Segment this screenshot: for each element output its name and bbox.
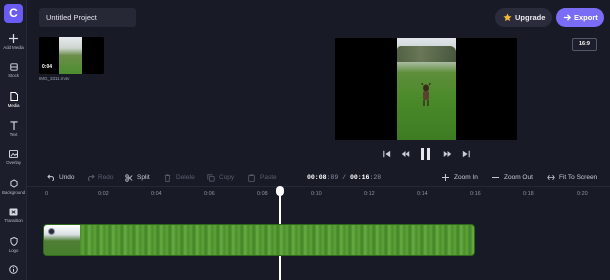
sidebar-item-label: Logo: [8, 248, 19, 253]
sidebar-item-background[interactable]: Background: [0, 179, 27, 195]
aspect-ratio-button[interactable]: 16:9: [572, 38, 597, 51]
sidebar-item-transition[interactable]: Transition: [0, 208, 27, 223]
ruler-label: 0:02: [98, 191, 109, 197]
plus-icon: [9, 34, 18, 43]
pause-icon[interactable]: [421, 148, 430, 160]
export-label: Export: [574, 13, 598, 22]
fast-forward-icon[interactable]: [443, 150, 452, 158]
sidebar-item-logo[interactable]: Logo: [0, 237, 27, 253]
ruler-label: 0: [45, 191, 49, 197]
minus-icon: [492, 177, 499, 178]
ruler-label: 0:20: [577, 191, 588, 197]
timeline-divider: [27, 186, 610, 187]
upgrade-label: Upgrade: [515, 13, 546, 22]
undo-button[interactable]: Undo: [47, 172, 75, 184]
sidebar-item-stock[interactable]: Stock: [0, 63, 27, 78]
total-time-frames: :28: [369, 174, 382, 181]
sidebar-item-overlay[interactable]: Overlay: [0, 150, 27, 165]
current-time-frames: :89: [326, 174, 339, 181]
fit-icon: [547, 174, 555, 181]
zoom-in-button[interactable]: Zoom In: [442, 172, 478, 184]
paste-icon: [248, 174, 255, 182]
media-icon: [9, 92, 18, 101]
star-icon: [503, 13, 512, 22]
project-title-input[interactable]: Untitled Project: [39, 8, 136, 27]
export-button[interactable]: Export: [556, 8, 604, 27]
transition-icon: [9, 208, 18, 216]
scissors-icon: [125, 174, 133, 182]
delete-button[interactable]: Delete: [164, 172, 195, 184]
ruler-label: 0:14: [417, 191, 428, 197]
sidebar-item-label: Add Media: [3, 45, 24, 50]
preview-trees: [397, 46, 456, 62]
redo-icon: [87, 174, 95, 181]
zoom-out-button[interactable]: Zoom Out: [492, 172, 533, 184]
ruler-label: 0:18: [523, 191, 534, 197]
ruler-label: 0:12: [364, 191, 375, 197]
sidebar-item-label: Stock: [8, 73, 19, 78]
paste-button[interactable]: Paste: [248, 172, 277, 184]
timecode-display: 00:08:89 / 00:16:28: [307, 172, 381, 184]
media-filename: IMG_3311.m4v: [39, 76, 70, 81]
stock-icon: [9, 63, 18, 71]
media-duration: 0:04: [42, 64, 53, 70]
ruler-label: 0:16: [470, 191, 481, 197]
ruler-label: 0:10: [311, 191, 322, 197]
overlay-icon: [9, 150, 18, 158]
copy-button[interactable]: Copy: [207, 172, 234, 184]
sidebar-item-text[interactable]: Text: [0, 121, 27, 137]
trash-icon: [164, 174, 171, 182]
undo-icon: [47, 174, 55, 181]
redo-button[interactable]: Redo: [86, 172, 114, 184]
logo-icon: [9, 237, 18, 246]
current-time: 00:08: [307, 174, 327, 181]
rewind-icon[interactable]: [401, 150, 410, 158]
ruler-label: 0:04: [151, 191, 162, 197]
total-time: 00:16: [349, 174, 370, 181]
plus-icon: [442, 174, 449, 181]
video-preview[interactable]: [335, 38, 517, 140]
upgrade-button[interactable]: Upgrade: [495, 8, 552, 27]
sidebar-item-label: Background: [1, 190, 26, 195]
ruler-label: 0:08: [257, 191, 268, 197]
sidebar-item-label: Transition: [4, 218, 23, 223]
skip-forward-icon[interactable]: [462, 150, 470, 158]
arrow-right-icon: [563, 14, 572, 21]
clip-audio-icon[interactable]: [48, 228, 55, 235]
ruler-label: 0:06: [204, 191, 215, 197]
sidebar-item-add-media[interactable]: Add Media: [0, 34, 27, 50]
sidebar-item-label: Overlay: [6, 160, 21, 165]
split-button[interactable]: Split: [125, 172, 150, 184]
info-icon: [9, 265, 18, 274]
sidebar: C Add Media Stock Media Text Overlay Bac…: [0, 0, 27, 280]
skip-back-icon[interactable]: [383, 150, 391, 158]
media-item-thumbnail[interactable]: 0:04: [39, 37, 104, 74]
text-icon: [9, 121, 18, 130]
video-frame-thumbnail: [59, 37, 82, 74]
background-icon: [9, 179, 18, 188]
sidebar-item-info[interactable]: [0, 265, 27, 274]
copy-icon: [207, 174, 215, 182]
timeline-video-clip[interactable]: [43, 224, 475, 256]
fit-to-screen-button[interactable]: Fit To Screen: [547, 172, 597, 184]
sidebar-item-label: Media: [7, 103, 20, 108]
preview-dog: [421, 83, 431, 106]
preview-frame: [397, 38, 456, 140]
sidebar-item-label: Text: [9, 132, 18, 137]
sidebar-item-media[interactable]: Media: [0, 92, 27, 108]
app-logo[interactable]: C: [4, 4, 23, 23]
timecode-separator: /: [342, 174, 347, 181]
playhead-handle[interactable]: [276, 186, 284, 196]
